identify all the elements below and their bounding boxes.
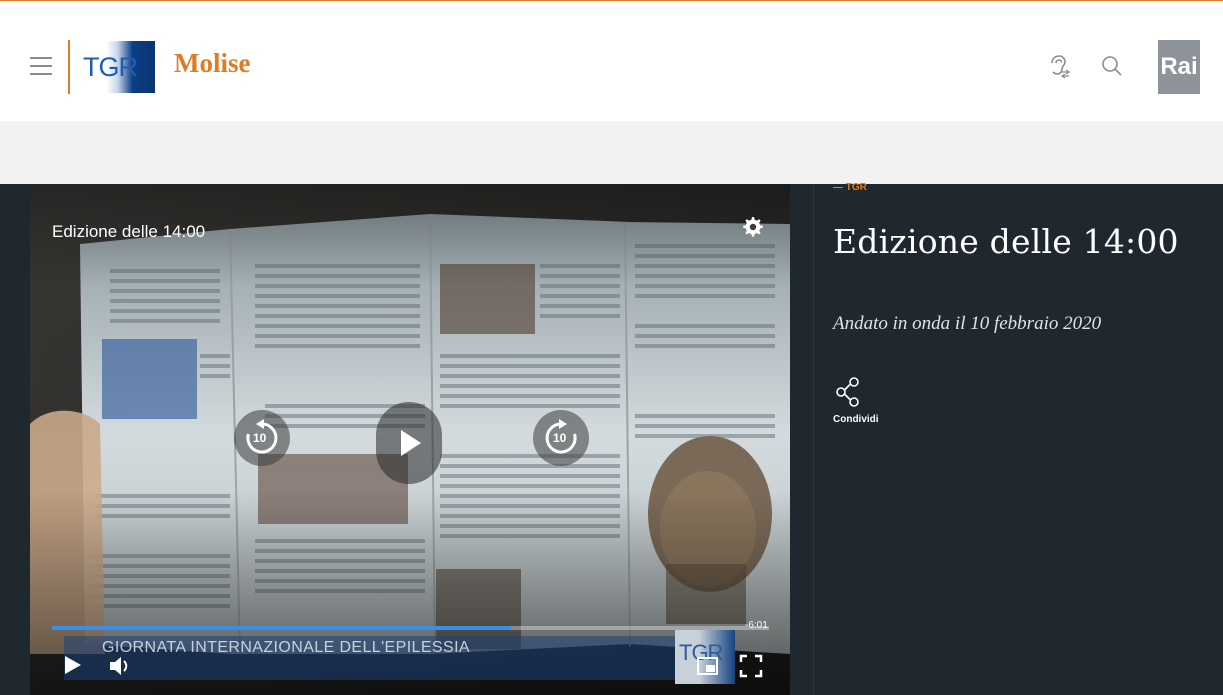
- progress-bar[interactable]: [52, 626, 769, 630]
- search-icon[interactable]: [1099, 53, 1125, 79]
- forward-10-icon[interactable]: 10: [533, 410, 589, 466]
- player-title: Edizione delle 14:00: [52, 222, 206, 241]
- play-button-large[interactable]: [376, 402, 442, 484]
- time-remaining: -6:01: [745, 620, 768, 631]
- fullscreen-icon[interactable]: [737, 652, 765, 680]
- tgr-logo[interactable]: TGR: [80, 41, 155, 93]
- rai-logo[interactable]: Rai: [1158, 40, 1200, 94]
- hearing-icon[interactable]: [1046, 53, 1072, 79]
- forward-seconds-label: 10: [553, 431, 567, 445]
- episode-title: Edizione delle 14:00: [833, 222, 1179, 261]
- picture-in-picture-icon[interactable]: [694, 652, 722, 680]
- share-label[interactable]: Condividi: [833, 414, 879, 425]
- volume-icon[interactable]: [106, 652, 134, 680]
- play-icon[interactable]: [57, 650, 87, 680]
- rewind-10-icon[interactable]: 10: [234, 410, 290, 466]
- progress-fill: [52, 626, 511, 630]
- header-band: [0, 121, 1223, 184]
- section-kicker[interactable]: — TGR: [833, 182, 867, 193]
- region-title[interactable]: Molise: [174, 48, 250, 79]
- gear-icon[interactable]: [742, 216, 764, 238]
- panel-divider: [813, 184, 814, 695]
- rewind-seconds-label: 10: [253, 431, 267, 445]
- logo-separator: [68, 40, 70, 94]
- share-icon: [836, 377, 859, 407]
- lower-third-text: GIORNATA INTERNAZIONALE DELL'EPILESSIA: [102, 639, 470, 656]
- hamburger-icon[interactable]: [30, 57, 52, 75]
- tgr-logo-text: TGR: [83, 52, 138, 82]
- play-icon: [401, 430, 421, 456]
- aired-date: Andato in onda il 10 febbraio 2020: [833, 313, 1102, 334]
